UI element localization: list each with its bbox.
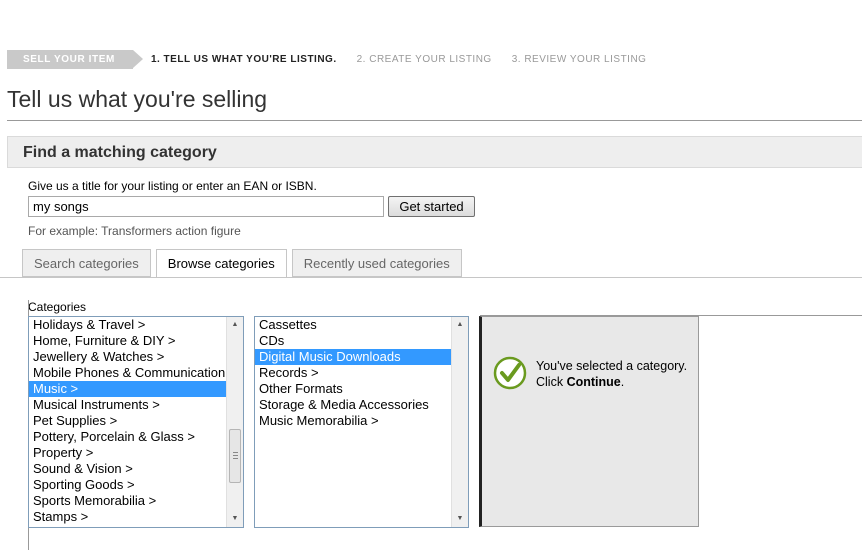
tab-search-categories[interactable]: Search categories (22, 249, 151, 277)
scroll-up-arrow-icon[interactable]: ▲ (452, 317, 468, 333)
continue-keyword: Continue (566, 375, 621, 389)
tab-divider (0, 277, 862, 278)
sub-category-item[interactable]: Music Memorabilia > (255, 413, 451, 429)
top-level-category-item[interactable]: Property > (29, 445, 226, 461)
panel-title: Find a matching category (23, 144, 217, 161)
scroll-up-arrow-icon[interactable]: ▲ (227, 317, 243, 333)
top-level-category-item[interactable]: Holidays & Travel > (29, 317, 226, 333)
panel-header: Find a matching category (7, 136, 862, 168)
top-level-category-item[interactable]: Home, Furniture & DIY > (29, 333, 226, 349)
sub-category-list[interactable]: Cassettes CDs Digital Music Downloads Recor… (254, 316, 469, 528)
get-started-button[interactable]: Get started (388, 196, 475, 217)
title-prompt: Give us a title for your listing or ente… (28, 179, 317, 193)
selection-message: You've selected a category. Click Contin… (536, 358, 696, 390)
step-3: 3. REVIEW YOUR LISTING (511, 54, 647, 65)
scroll-down-arrow-icon[interactable]: ▼ (227, 511, 243, 527)
top-level-category-item[interactable]: Sporting Goods > (29, 477, 226, 493)
top-level-category-item[interactable]: Jewellery & Watches > (29, 349, 226, 365)
sub-category-item[interactable]: CDs (255, 333, 451, 349)
section-label: SELL YOUR ITEM (7, 50, 143, 69)
top-level-category-item[interactable]: Music > (29, 381, 226, 397)
example-text: For example: Transformers action figure (28, 224, 241, 238)
scroll-down-arrow-icon[interactable]: ▼ (452, 511, 468, 527)
listing-title-input[interactable] (28, 196, 384, 217)
tab-browse-categories[interactable]: Browse categories (155, 249, 287, 278)
step-1: 1. TELL US WHAT YOU'RE LISTING. (150, 54, 337, 65)
top-level-category-list[interactable]: Holidays & Travel > Home, Furniture & DIY… (28, 316, 244, 528)
page-title: Tell us what you're selling (7, 86, 268, 112)
sub-category-item[interactable]: Digital Music Downloads (255, 349, 451, 365)
sub-category-items: Cassettes CDs Digital Music Downloads Recor… (255, 317, 451, 527)
tab-recently-used-categories[interactable]: Recently used categories (291, 249, 462, 277)
top-level-category-item[interactable]: Mobile Phones & Communication (29, 365, 226, 381)
top-level-category-item[interactable]: Pottery, Porcelain & Glass > (29, 429, 226, 445)
checkmark-circle-icon (493, 356, 527, 390)
top-level-category-item[interactable]: Sound & Vision > (29, 461, 226, 477)
top-level-category-item[interactable]: Sports Memorabilia > (29, 493, 226, 509)
top-level-category-item[interactable]: Musical Instruments > (29, 397, 226, 413)
scroll-thumb[interactable] (229, 429, 241, 483)
sub-category-scrollbar[interactable]: ▲ ▼ (451, 317, 468, 527)
title-divider (7, 120, 862, 121)
step-2: 2. CREATE YOUR LISTING (356, 54, 492, 65)
top-level-category-items: Holidays & Travel > Home, Furniture & DIY… (29, 317, 226, 527)
categories-label: Categories (28, 300, 87, 314)
selection-confirmation-panel: You've selected a category. Click Contin… (479, 316, 699, 527)
progress-steps: SELL YOUR ITEM 1. TELL US WHAT YOU'RE LI… (7, 50, 666, 69)
grip-icon (233, 452, 238, 459)
top-level-category-scrollbar[interactable]: ▲ ▼ (226, 317, 243, 527)
sub-category-item[interactable]: Records > (255, 365, 451, 381)
sub-category-item[interactable]: Cassettes (255, 317, 451, 333)
sub-category-item[interactable]: Other Formats (255, 381, 451, 397)
selection-message-end: . (620, 375, 625, 389)
top-level-category-item[interactable]: Pet Supplies > (29, 413, 226, 429)
sub-category-item[interactable]: Storage & Media Accessories (255, 397, 451, 413)
top-level-category-item[interactable]: Stamps > (29, 509, 226, 525)
category-tabs: Search categories Browse categories Rece… (22, 249, 467, 278)
